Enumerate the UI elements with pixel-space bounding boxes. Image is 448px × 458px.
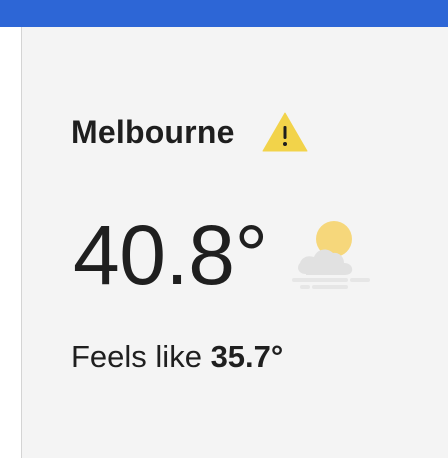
city-row: Melbourne bbox=[71, 111, 309, 153]
temperature-row: 40.8° bbox=[73, 213, 372, 297]
top-app-bar bbox=[0, 0, 448, 27]
feels-like: Feels like 35.7° bbox=[71, 341, 283, 372]
sun-behind-cloud-fog-icon bbox=[290, 219, 372, 291]
warning-icon[interactable] bbox=[261, 111, 309, 153]
feels-like-label: Feels like bbox=[71, 339, 202, 374]
weather-card[interactable]: Melbourne 40.8° Feels like 35.7° bbox=[21, 27, 448, 458]
feels-like-value: 35.7° bbox=[210, 339, 284, 374]
city-name: Melbourne bbox=[71, 114, 235, 150]
current-temperature: 40.8° bbox=[73, 208, 268, 302]
